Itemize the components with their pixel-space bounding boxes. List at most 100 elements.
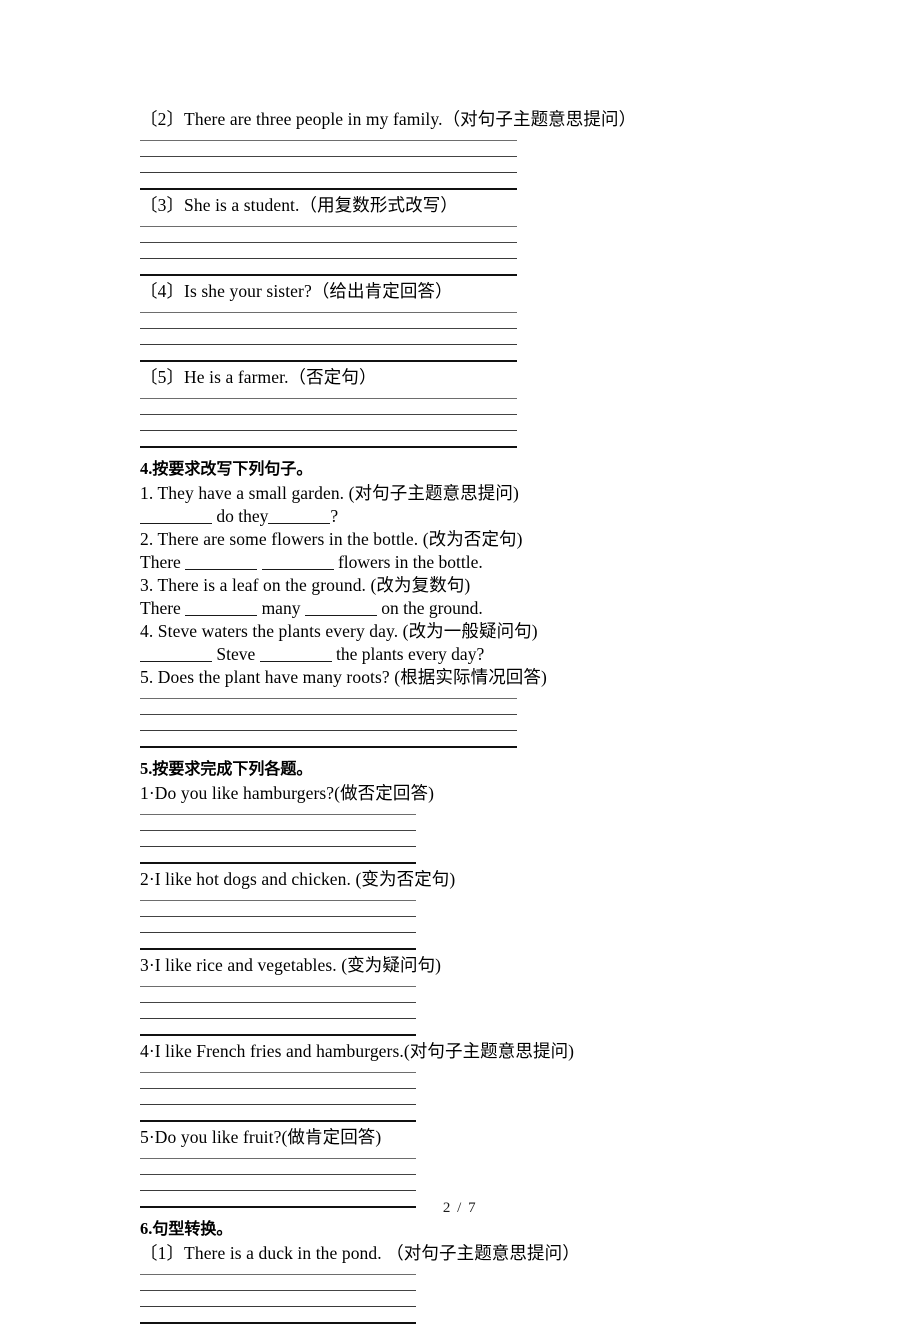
worksheet-page: 〔2〕There are three people in my family.（… — [0, 0, 920, 1324]
question-item: 1. They have a small garden. (对句子主题意思提问) — [140, 483, 519, 503]
rule-line — [140, 430, 517, 431]
rule-line — [140, 312, 517, 313]
section-title: 按要求完成下列各题。 — [152, 761, 313, 778]
answer-text: on the ground. — [376, 598, 483, 618]
question-item: 4·I like French fries and hamburgers.(对句… — [140, 1041, 575, 1061]
rule-line — [140, 172, 517, 173]
blank-field[interactable] — [185, 554, 258, 570]
rule-line — [140, 698, 517, 699]
answer-rules[interactable] — [140, 398, 517, 448]
rule-line — [140, 446, 517, 448]
section-number: 6. — [140, 1219, 153, 1238]
rule-line — [140, 328, 517, 329]
question-item: 3. There is a leaf on the ground. (改为复数句… — [140, 575, 471, 595]
rule-line — [140, 1274, 416, 1275]
answer-rules[interactable] — [140, 986, 416, 1036]
rule-line — [140, 948, 416, 950]
rule-line — [140, 932, 416, 933]
page-content: 〔2〕There are three people in my family.（… — [140, 108, 840, 1324]
answer-text: There — [140, 552, 186, 572]
question-item: 4. Steve waters the plants every day. (改… — [140, 621, 538, 641]
blank-field[interactable] — [140, 646, 212, 662]
answer-rules[interactable] — [140, 698, 517, 748]
rule-line — [140, 830, 416, 831]
question-item: 〔4〕Is she your sister?（给出肯定回答） — [140, 281, 453, 301]
section-title: 按要求改写下列句子。 — [152, 461, 313, 478]
rule-line — [140, 1120, 416, 1122]
answer-rules[interactable] — [140, 1274, 416, 1324]
section-heading-6: 6.句型转换。 — [140, 1217, 840, 1242]
blank-field[interactable] — [268, 508, 331, 524]
answer-fill-line[interactable]: There flowers in the bottle. — [140, 551, 840, 574]
section-number: 4. — [140, 459, 153, 478]
rule-line — [140, 1104, 416, 1105]
rule-line — [140, 1002, 416, 1003]
rule-line — [140, 730, 517, 731]
question-item: 〔3〕She is a student.（用复数形式改写） — [140, 195, 458, 215]
answer-text: many — [257, 598, 305, 618]
answer-rules[interactable] — [140, 814, 416, 864]
rule-line — [140, 1306, 416, 1307]
page-footer: 2 / 7 — [442, 1200, 478, 1216]
question-item: 5·Do you like fruit?(做肯定回答) — [140, 1127, 382, 1147]
rule-line — [140, 916, 416, 917]
blank-field[interactable] — [261, 554, 334, 570]
rule-line — [140, 398, 517, 399]
rule-line — [140, 1174, 416, 1175]
blank-field[interactable] — [259, 646, 332, 662]
answer-text: Steve — [212, 644, 260, 664]
answer-fill-line[interactable]: Steve the plants every day? — [140, 643, 840, 666]
question-item: 5. Does the plant have many roots? (根据实际… — [140, 667, 547, 687]
question-item: 2·I like hot dogs and chicken. (变为否定句) — [140, 869, 456, 889]
section-heading-5: 5.按要求完成下列各题。 — [140, 757, 840, 782]
rule-line — [140, 900, 416, 901]
rule-line — [140, 242, 517, 243]
answer-text: ? — [330, 506, 339, 526]
rule-line — [140, 846, 416, 847]
question-item: 〔1〕There is a duck in the pond. （对句子主题意思… — [140, 1243, 580, 1263]
rule-line — [140, 1190, 416, 1191]
rule-line — [140, 986, 416, 987]
rule-line — [140, 188, 517, 190]
rule-line — [140, 1072, 416, 1073]
blank-field[interactable] — [185, 600, 258, 616]
answer-text: There — [140, 598, 186, 618]
rule-line — [140, 862, 416, 864]
answer-rules[interactable] — [140, 312, 517, 362]
rule-line — [140, 814, 416, 815]
rule-line — [140, 714, 517, 715]
answer-rules[interactable] — [140, 140, 517, 190]
answer-rules[interactable] — [140, 900, 416, 950]
question-item: 2. There are some flowers in the bottle.… — [140, 529, 523, 549]
answer-text: do they — [212, 506, 269, 526]
rule-line — [140, 1088, 416, 1089]
answer-text: the plants every day? — [331, 644, 485, 664]
question-item: 3·I like rice and vegetables. (变为疑问句) — [140, 955, 442, 975]
question-item: 1·Do you like hamburgers?(做否定回答) — [140, 783, 435, 803]
answer-rules[interactable] — [140, 226, 517, 276]
rule-line — [140, 414, 517, 415]
answer-fill-line[interactable]: There many on the ground. — [140, 597, 840, 620]
answer-text: flowers in the bottle. — [333, 552, 483, 572]
rule-line — [140, 1034, 416, 1036]
rule-line — [140, 156, 517, 157]
rule-line — [140, 140, 517, 141]
rule-line — [140, 226, 517, 227]
rule-line — [140, 344, 517, 345]
blank-field[interactable] — [140, 508, 212, 524]
blank-field[interactable] — [304, 600, 377, 616]
answer-fill-line[interactable]: do they? — [140, 505, 840, 528]
rule-line — [140, 258, 517, 259]
section-title: 句型转换。 — [152, 1221, 233, 1238]
rule-line — [140, 274, 517, 276]
section-heading-4: 4.按要求改写下列句子。 — [140, 457, 840, 482]
question-item: 〔5〕He is a farmer.（否定句） — [140, 367, 377, 387]
rule-line — [140, 1158, 416, 1159]
rule-line — [140, 1290, 416, 1291]
answer-rules[interactable] — [140, 1072, 416, 1122]
rule-line — [140, 360, 517, 362]
rule-line — [140, 1018, 416, 1019]
rule-line — [140, 746, 517, 748]
section-number: 5. — [140, 759, 153, 778]
question-item: 〔2〕There are three people in my family.（… — [140, 109, 637, 129]
